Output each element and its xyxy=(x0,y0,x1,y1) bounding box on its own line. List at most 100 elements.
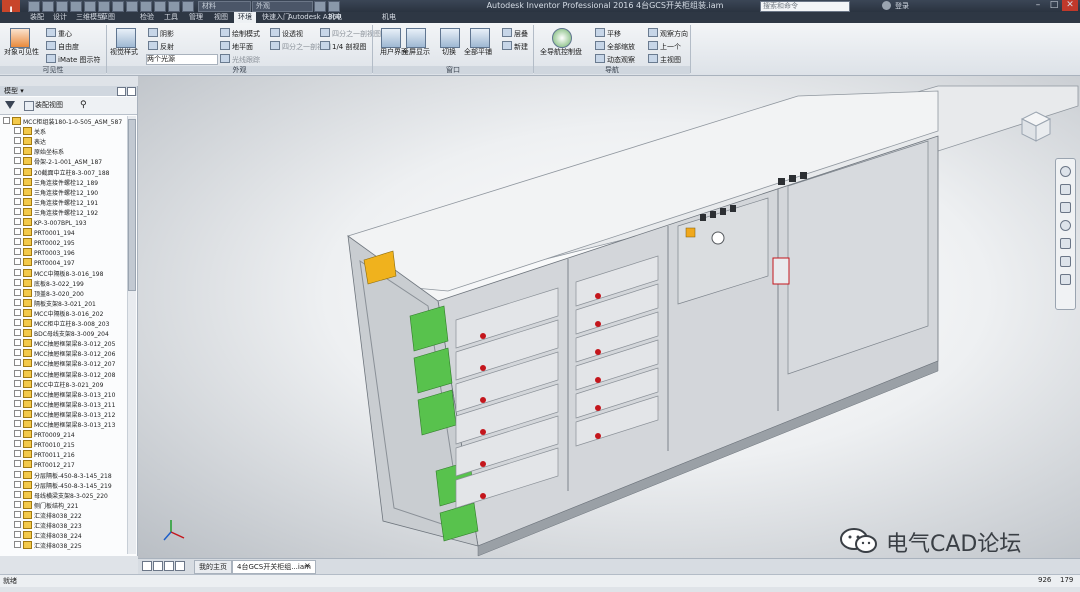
expand-toggle-icon[interactable] xyxy=(14,228,21,236)
new-window-button[interactable]: 新建 xyxy=(502,41,528,52)
expand-toggle-icon[interactable] xyxy=(14,238,21,246)
return-icon[interactable] xyxy=(182,1,194,12)
home-icon[interactable] xyxy=(98,1,110,12)
steering-wheel-icon[interactable] xyxy=(552,28,572,48)
tree-item[interactable]: PRT0003_196 xyxy=(14,248,75,258)
expand-toggle-icon[interactable] xyxy=(14,258,21,266)
expand-toggle-icon[interactable] xyxy=(14,510,21,518)
tree-item[interactable]: 三角连接件螺栓12_189 xyxy=(14,177,98,188)
previous-view-button[interactable]: 上一个 xyxy=(648,41,681,52)
expand-toggle-icon[interactable] xyxy=(14,248,21,256)
tab-tools[interactable]: 管理 xyxy=(185,12,207,23)
tree-item[interactable]: 分层隔板-450-8-3-145_219 xyxy=(14,480,112,491)
expand-toggle-icon[interactable] xyxy=(14,450,21,458)
tab-view[interactable]: 环境 xyxy=(234,12,256,23)
expand-toggle-icon[interactable] xyxy=(14,349,21,357)
expand-toggle-icon[interactable] xyxy=(14,127,21,135)
tab-sketch[interactable]: 检验 xyxy=(136,12,158,23)
close-button[interactable]: ✕ xyxy=(1062,0,1078,11)
tab-assemble[interactable]: 装配 xyxy=(26,12,48,23)
user-interface-icon[interactable] xyxy=(381,28,401,48)
lighting-select[interactable]: 两个光源 xyxy=(146,54,218,65)
viewcube[interactable] xyxy=(1018,108,1054,144)
expand-toggle-icon[interactable] xyxy=(14,379,21,387)
pan-icon[interactable] xyxy=(1060,184,1071,195)
tree-item[interactable]: 三角连接件螺栓12_191 xyxy=(14,197,98,208)
expand-toggle-icon[interactable] xyxy=(14,137,21,145)
visual-style-icon[interactable] xyxy=(116,28,136,48)
tree-item[interactable]: 母线横梁支架8-3-025_220 xyxy=(14,490,108,501)
tree-item[interactable]: MCC中隔板8-3-016_202 xyxy=(14,308,103,319)
tree-item[interactable]: MCC抽屉框架梁8-3-013_210 xyxy=(14,389,115,400)
update-icon[interactable] xyxy=(126,1,138,12)
expand-toggle-icon[interactable] xyxy=(14,440,21,448)
tree-item[interactable]: 20截面中立柱8-3-007_188 xyxy=(14,167,110,178)
tree-item[interactable]: 关系 xyxy=(14,127,46,137)
tree-item[interactable]: 顶盖8-3-020_200 xyxy=(14,288,84,299)
tree-item[interactable]: MCC抽屉框架梁8-3-013_212 xyxy=(14,409,115,420)
imate-glyph-button[interactable]: iMate 图示符 xyxy=(46,54,101,65)
tree-item[interactable]: MCC抽屉框架梁8-3-012_207 xyxy=(14,359,115,369)
dof-button[interactable]: 自由度 xyxy=(46,41,79,52)
shadows-button[interactable]: 阴影 xyxy=(148,28,174,39)
expand-toggle-icon[interactable] xyxy=(14,541,21,549)
orbit-button[interactable]: 动态观察 xyxy=(595,54,635,65)
expand-toggle-icon[interactable] xyxy=(14,167,21,175)
tree-item[interactable]: MCC抽屉框架梁8-3-012_208 xyxy=(14,369,115,380)
minimize-button[interactable]: – xyxy=(1030,0,1046,11)
tree-item[interactable]: 分层隔板-450-8-3-145_218 xyxy=(14,470,112,481)
tree-item[interactable]: 侧门板结构_221 xyxy=(14,500,78,511)
tree-item[interactable]: PRT0009_214 xyxy=(14,430,75,440)
expand-toggle-icon[interactable] xyxy=(14,420,21,427)
expand-toggle-icon[interactable] xyxy=(14,157,21,165)
tree-item[interactable]: 汇流排8038_222 xyxy=(14,510,82,521)
open-file-icon[interactable] xyxy=(42,1,54,12)
clear-appearance-icon[interactable] xyxy=(314,1,326,12)
expand-toggle-icon[interactable] xyxy=(14,369,21,377)
appearance-select[interactable]: 外观 xyxy=(252,1,313,12)
tree-item[interactable]: PRT0012_217 xyxy=(14,460,75,470)
graphics-viewport[interactable] xyxy=(138,76,1080,558)
tree-item[interactable]: PRT0001_194 xyxy=(14,228,75,238)
binoculars-icon[interactable]: ⚲ xyxy=(80,100,87,110)
tree-item[interactable]: 三角连接件螺栓12_192 xyxy=(14,207,98,218)
browser-title[interactable]: 模型 ▾ xyxy=(4,86,24,96)
expand-toggle-icon[interactable] xyxy=(14,298,21,306)
tree-item[interactable]: 表达 xyxy=(14,137,46,147)
expand-toggle-icon[interactable] xyxy=(14,531,21,539)
full-nav-wheel-button[interactable]: 全导航控制盘 xyxy=(540,48,582,57)
ray-trace-button[interactable]: 光线跟踪 xyxy=(220,54,260,65)
reflection-button[interactable]: 反射 xyxy=(148,41,174,52)
search-input[interactable]: 搜索和命令 xyxy=(760,1,850,12)
expand-toggle-icon[interactable] xyxy=(14,460,21,468)
assembly-view-dropdown[interactable]: 装配视图 xyxy=(35,100,63,110)
measure-icon[interactable] xyxy=(154,1,166,12)
close-panel-icon[interactable] xyxy=(127,87,136,96)
look-at-icon[interactable] xyxy=(1060,238,1071,249)
expand-toggle-icon[interactable] xyxy=(14,521,21,528)
tree-item[interactable]: BDC母线支架8-3-009_204 xyxy=(14,329,109,339)
center-of-gravity-button[interactable]: 重心 xyxy=(46,28,72,39)
zoom-window-icon[interactable] xyxy=(1060,256,1071,267)
expand-toggle-icon[interactable] xyxy=(14,409,21,417)
tab-inspect[interactable]: 工具 xyxy=(160,12,182,23)
object-visibility-button[interactable]: 对象可见性 xyxy=(4,48,39,57)
expand-toggle-icon[interactable] xyxy=(14,197,21,205)
expand-toggle-icon[interactable] xyxy=(14,399,21,407)
tile-windows-button[interactable]: 全部平铺 xyxy=(464,48,492,57)
expand-toggle-icon[interactable] xyxy=(14,339,21,347)
steering-wheel-icon[interactable] xyxy=(1060,166,1071,177)
tree-item[interactable]: MCC柜中立柱8-3-008_203 xyxy=(14,319,109,329)
sign-in-button[interactable]: 登录 xyxy=(895,1,909,11)
expand-toggle-icon[interactable] xyxy=(14,480,21,488)
full-navigation-icon[interactable] xyxy=(1060,274,1071,285)
tree-item[interactable]: MCC抽屉框架梁8-3-012_205 xyxy=(14,339,115,349)
expand-toggle-icon[interactable] xyxy=(14,268,21,276)
save-icon[interactable] xyxy=(56,1,68,12)
expand-toggle-icon[interactable] xyxy=(14,288,21,296)
tree-item[interactable]: MCC中隔板8-3-016_198 xyxy=(14,268,103,279)
visual-style-button[interactable]: 视觉样式 xyxy=(110,48,138,57)
shade-mode-button[interactable]: 绘制模式 xyxy=(220,28,260,39)
object-visibility-icon[interactable] xyxy=(10,28,30,48)
expand-toggle-icon[interactable] xyxy=(14,187,21,195)
